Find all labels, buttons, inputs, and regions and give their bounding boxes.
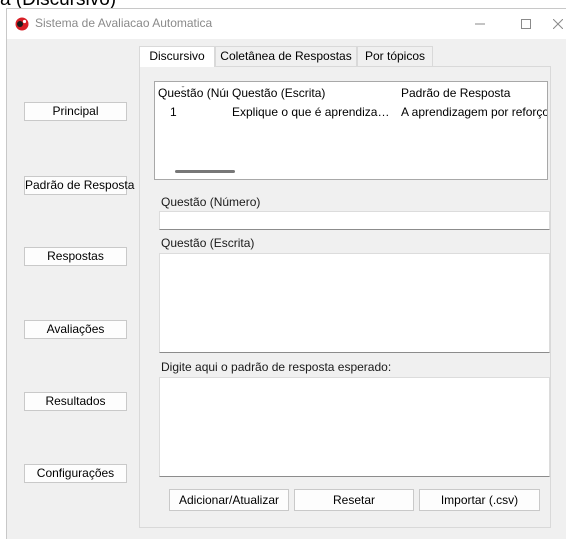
minimize-button[interactable] xyxy=(457,9,503,39)
maximize-button[interactable] xyxy=(503,9,549,39)
sort-indicator-icon xyxy=(181,86,185,88)
import-csv-button[interactable]: Importar (.csv) xyxy=(419,489,540,511)
close-button[interactable] xyxy=(549,9,566,39)
table-cell-padrao: A aprendizagem por reforço é uma xyxy=(401,105,548,119)
sidebar-button-respostas[interactable]: Respostas xyxy=(24,247,127,266)
sidebar-button-avaliacoes[interactable]: Avaliações xyxy=(24,320,127,339)
add-update-button[interactable]: Adicionar/Atualizar xyxy=(169,489,289,511)
column-header-label: Questão (Número) xyxy=(158,86,228,100)
close-icon xyxy=(553,19,563,29)
column-header-questao-escrita[interactable]: Questão (Escrita) xyxy=(232,86,392,102)
column-header-label: Padrão de Resposta xyxy=(401,86,511,100)
title-bar[interactable]: Sistema de Avaliacao Automatica xyxy=(7,9,566,39)
tab-discursivo[interactable]: Discursivo xyxy=(139,46,215,67)
reset-button[interactable]: Resetar xyxy=(294,489,414,511)
sidebar-button-principal[interactable]: Principal xyxy=(24,102,127,121)
questao-numero-input[interactable] xyxy=(159,211,550,230)
padrao-resposta-label: Digite aqui o padrão de resposta esperad… xyxy=(161,360,392,374)
app-window: Sistema de Avaliacao Automatica Principa… xyxy=(6,8,566,539)
maximize-icon xyxy=(521,19,531,29)
clipped-heading: a (Discursivo) xyxy=(0,0,116,9)
padrao-resposta-textarea[interactable] xyxy=(159,377,550,477)
questions-table[interactable]: Questão (Número) Questão (Escrita) Padrã… xyxy=(154,81,548,180)
sidebar-button-configuracoes[interactable]: Configurações xyxy=(24,464,127,483)
column-header-padrao-de-resposta[interactable]: Padrão de Resposta xyxy=(401,86,547,102)
column-header-questao-numero[interactable]: Questão (Número) xyxy=(158,86,228,102)
questao-escrita-textarea[interactable] xyxy=(159,253,550,353)
horizontal-scrollbar[interactable] xyxy=(156,164,546,178)
minimize-icon xyxy=(475,23,485,25)
questao-escrita-label: Questão (Escrita) xyxy=(161,236,255,250)
app-icon xyxy=(15,17,29,31)
questao-numero-label: Questão (Número) xyxy=(161,195,261,209)
tab-por-topicos[interactable]: Por tópicos xyxy=(357,46,433,67)
tab-coletanea-de-respostas[interactable]: Coletânea de Respostas xyxy=(215,46,357,67)
column-header-label: Questão (Escrita) xyxy=(232,86,326,100)
table-cell-escrita: Explique o que é aprendizagem por reforç… xyxy=(232,105,396,119)
table-cell-numero: 1 xyxy=(170,105,177,119)
scrollbar-thumb[interactable] xyxy=(175,170,235,173)
sidebar-button-padrao-de-resposta[interactable]: Padrão de Resposta xyxy=(24,176,134,195)
sidebar-button-resultados[interactable]: Resultados xyxy=(24,392,127,411)
window-title: Sistema de Avaliacao Automatica xyxy=(35,16,213,30)
